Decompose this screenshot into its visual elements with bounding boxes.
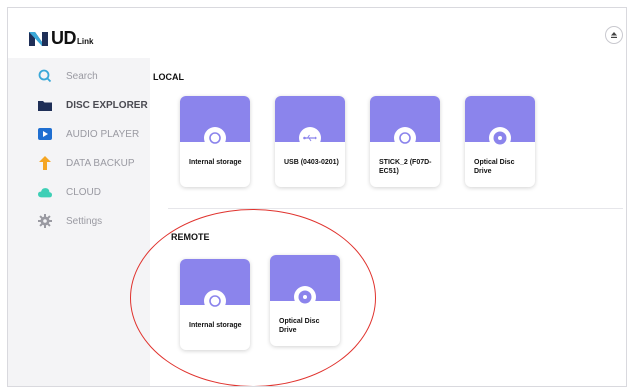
sidebar-item-label: DISC EXPLORER (66, 99, 148, 111)
logo-subtext: Link (77, 36, 94, 46)
device-label: Optical Disc Drive (474, 159, 515, 175)
sidebar-item-data-backup[interactable]: DATA BACKUP (38, 153, 135, 173)
sidebar-item-label: DATA BACKUP (66, 157, 135, 169)
drive-icon (394, 127, 416, 149)
local-device-card-usb[interactable]: USB (0403-0201) (275, 96, 345, 187)
device-label: Internal storage (189, 159, 242, 166)
backup-icon (38, 156, 52, 170)
logo-text: UD (51, 28, 77, 48)
local-section-title: LOCAL (153, 72, 184, 82)
device-label: USB (0403-0201) (284, 159, 339, 166)
gear-icon (38, 214, 52, 228)
play-icon (38, 127, 52, 141)
sidebar-item-label: Settings (66, 215, 103, 227)
app-window: UD Link Search DISC EXPLORER AUDIO PLAYE… (7, 7, 627, 387)
header: UD Link (8, 8, 626, 58)
highlight-annotation-circle (130, 209, 376, 386)
drive-icon (204, 127, 226, 149)
disc-icon (489, 127, 511, 149)
local-device-card-optical-disc[interactable]: Optical Disc Drive (465, 96, 535, 187)
sidebar-item-cloud[interactable]: CLOUD (38, 182, 101, 202)
device-label: STICK_2 (F07D-EC51) (379, 159, 432, 175)
local-device-card-stick[interactable]: STICK_2 (F07D-EC51) (370, 96, 440, 187)
folder-icon (38, 98, 52, 112)
sidebar-item-label: Search (66, 70, 98, 82)
sidebar-item-label: CLOUD (66, 186, 102, 198)
eject-icon (611, 32, 617, 38)
app-logo: UD Link (28, 28, 93, 49)
sidebar-item-search[interactable]: Search (38, 66, 98, 86)
sidebar-item-disc-explorer[interactable]: DISC EXPLORER (38, 95, 148, 115)
logo-mark-icon (29, 31, 48, 46)
eject-button[interactable] (605, 26, 623, 44)
sidebar-item-audio-player[interactable]: AUDIO PLAYER (38, 124, 139, 144)
sidebar-item-settings[interactable]: Settings (38, 211, 102, 231)
usb-icon (299, 127, 321, 149)
sidebar-item-label: AUDIO PLAYER (66, 128, 140, 140)
search-icon (38, 69, 52, 83)
local-device-card-internal-storage[interactable]: Internal storage (180, 96, 250, 187)
cloud-icon (38, 185, 52, 199)
